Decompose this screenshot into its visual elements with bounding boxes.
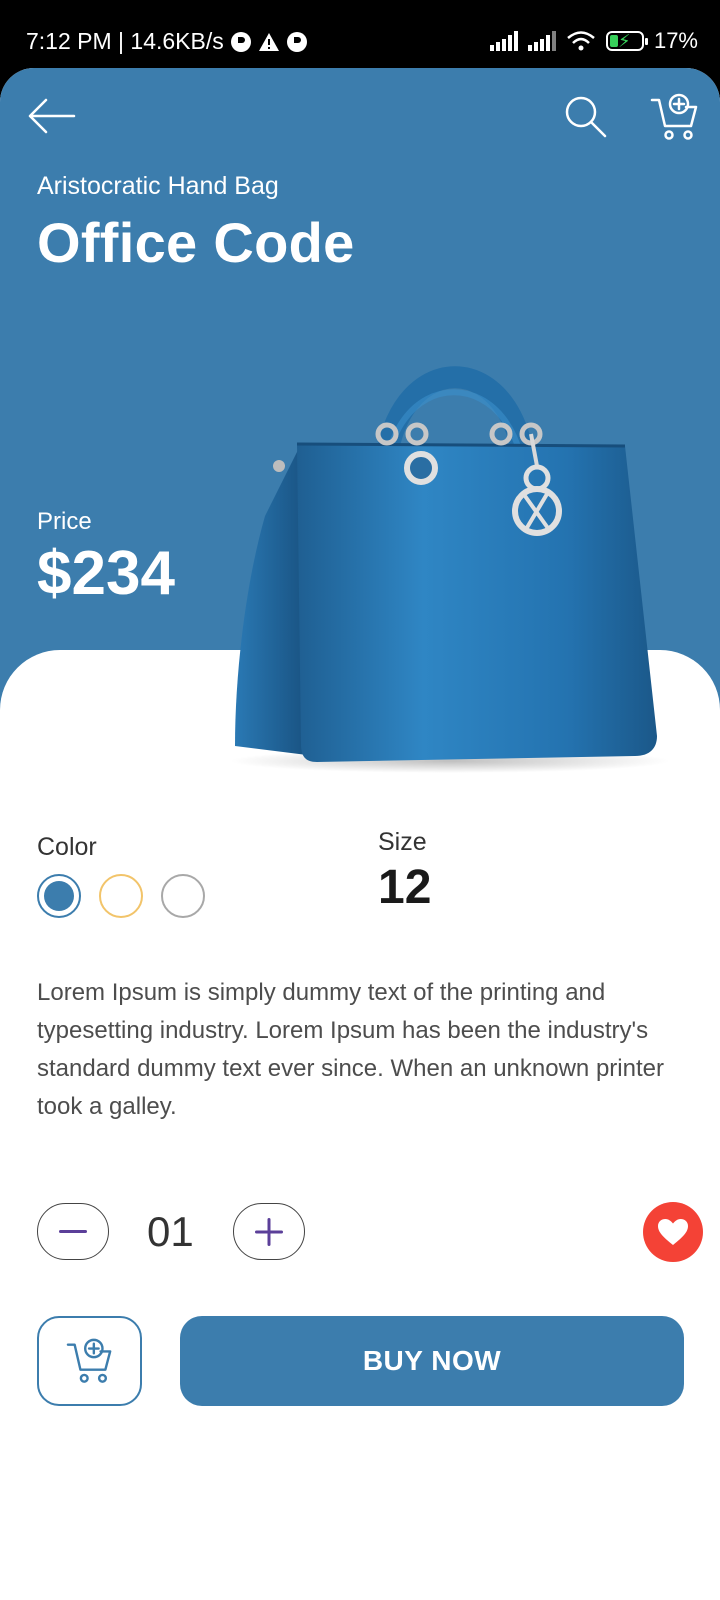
search-icon[interactable] — [563, 94, 609, 140]
battery-level: 17% — [653, 28, 698, 53]
plus-icon — [255, 1217, 283, 1246]
cart-add-icon[interactable] — [650, 92, 700, 142]
wifi-icon — [567, 31, 595, 51]
arrow-left-icon[interactable] — [26, 96, 76, 136]
notification-icon — [286, 31, 307, 52]
signal-icon — [527, 31, 556, 51]
status-left: 7:12 PM | 14.6KB/s — [26, 28, 308, 55]
battery-icon: ⚡ — [605, 31, 648, 51]
size-label: Size — [378, 828, 427, 856]
quantity-increase-button[interactable] — [233, 1203, 305, 1260]
add-to-cart-button[interactable] — [37, 1316, 142, 1406]
quantity-decrease-button[interactable] — [37, 1203, 109, 1260]
quantity-value: 01 — [147, 1208, 194, 1255]
color-label: Color — [37, 833, 97, 861]
product-title: Office Code — [37, 211, 355, 274]
signal-icon — [489, 31, 518, 51]
color-swatch-grey[interactable] — [161, 874, 205, 918]
price-label: Price — [37, 508, 92, 535]
product-detail-screen: Aristocratic Hand Bag Office Code Price … — [0, 68, 720, 1600]
buy-now-button[interactable]: BUY NOW — [180, 1316, 684, 1406]
status-bar: 7:12 PM | 14.6KB/s ⚡ 17% — [0, 0, 720, 68]
warning-icon — [258, 32, 279, 51]
status-time-speed: 7:12 PM | 14.6KB/s — [26, 28, 224, 54]
color-swatch-yellow[interactable] — [99, 874, 143, 918]
cart-add-icon — [66, 1338, 111, 1383]
color-swatch-blue[interactable] — [37, 874, 81, 918]
product-subtitle: Aristocratic Hand Bag — [37, 172, 279, 200]
size-value: 12 — [378, 861, 432, 914]
minus-icon — [59, 1229, 87, 1233]
status-right: ⚡ 17% — [489, 28, 698, 54]
product-description: Lorem Ipsum is simply dummy text of the … — [37, 979, 664, 1120]
favorite-button[interactable] — [643, 1202, 703, 1262]
heart-icon — [658, 1219, 688, 1245]
product-image — [230, 366, 670, 773]
notification-icon — [230, 31, 251, 52]
price-value: $234 — [37, 539, 175, 608]
color-swatches — [37, 874, 205, 918]
